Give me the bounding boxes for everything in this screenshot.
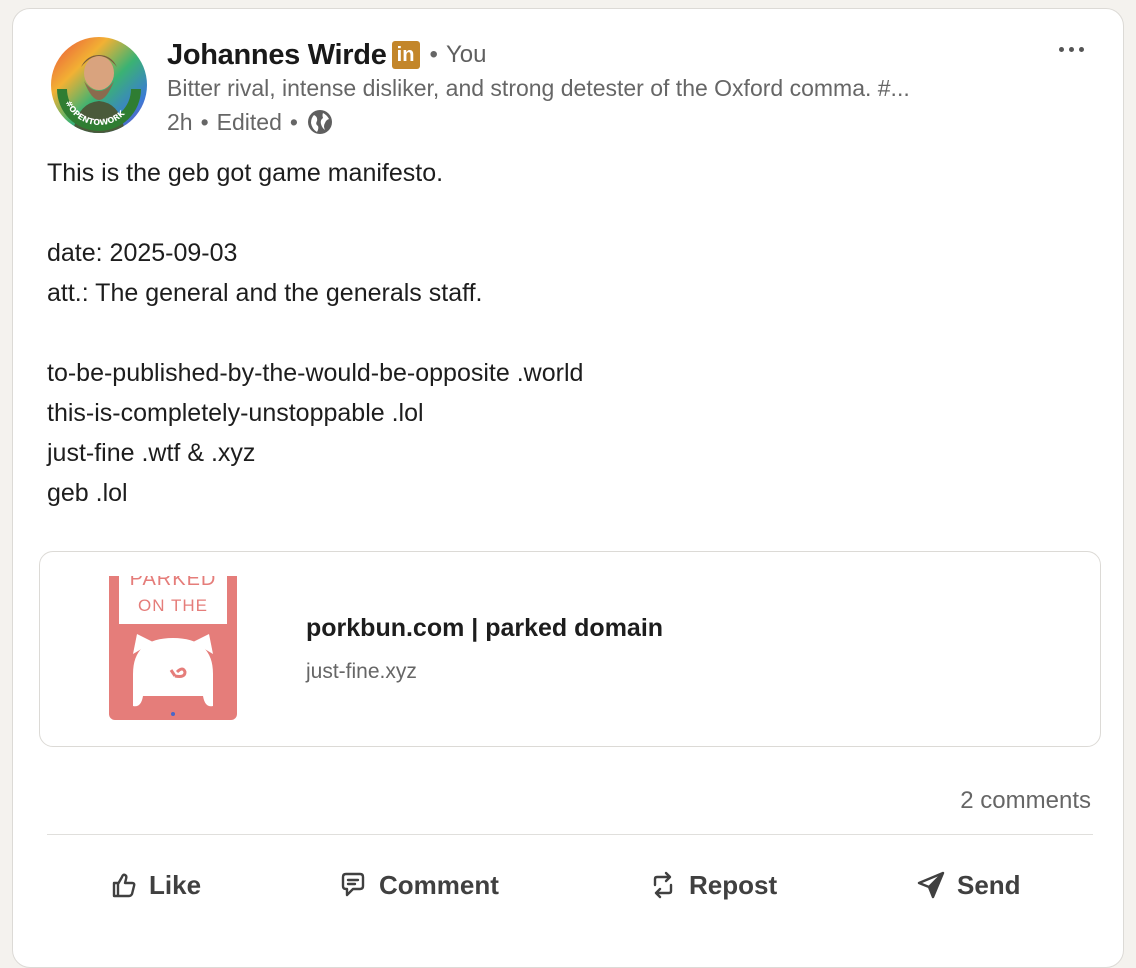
like-button[interactable]: Like [107,861,201,909]
post-meta: 2h • Edited • [167,107,334,137]
post-line: geb .lol [47,479,128,507]
connection-degree: You [445,41,487,68]
post-time: 2h [167,108,193,135]
post-line: date: 2025-09-03 [47,239,238,267]
linkedin-premium-icon: in [391,41,420,69]
comments-count[interactable]: 2 comments [960,787,1091,815]
comment-button[interactable]: Comment [337,861,499,909]
link-title[interactable]: porkbun.com | parked domain [306,614,663,643]
more-options-icon[interactable] [1049,33,1093,65]
comment-icon [341,872,365,897]
link-preview-card[interactable]: PARKED ON THE porkbun.com | parked domai… [39,551,1101,747]
repost-label: Repost [689,869,778,900]
edited-label: Edited [216,108,282,135]
repost-icon [653,871,673,899]
post-line [47,313,1087,353]
separator-dot: • [200,108,209,135]
globe-icon [306,108,334,136]
send-icon [917,871,945,899]
link-thumbnail: PARKED ON THE [109,576,237,720]
post-line [47,193,1087,233]
send-button[interactable]: Send [915,861,1021,909]
post-line: this-is-completely-unstoppable .lol [47,399,424,427]
comment-label: Comment [379,869,499,900]
separator-dot: • [289,108,298,135]
post-card: #OPENTOWORK Johannes Wirde in • You Bitt… [12,8,1124,968]
post-line: to-be-published-by-the-would-be-opposite… [47,359,584,387]
send-label: Send [957,869,1021,900]
repost-button[interactable]: Repost [647,861,777,909]
post-line: att.: The general and the generals staff… [47,279,483,307]
author-name[interactable]: Johannes Wirde [167,39,387,72]
author-name-row: Johannes Wirde in • You [167,35,486,75]
author-headline: Bitter rival, intense disliker, and stro… [167,75,910,101]
post-line: just-fine .wtf & .xyz [47,439,256,467]
post-text: This is the geb got game manifesto. date… [47,153,1087,513]
author-avatar[interactable]: #OPENTOWORK [51,37,147,133]
like-icon [112,873,136,898]
separator-dot: • [429,41,438,68]
pig-icon [133,634,213,716]
link-domain: just-fine.xyz [306,660,417,683]
post-line: This is the geb got game manifesto. [47,159,444,187]
like-label: Like [149,869,202,900]
divider [47,834,1093,835]
